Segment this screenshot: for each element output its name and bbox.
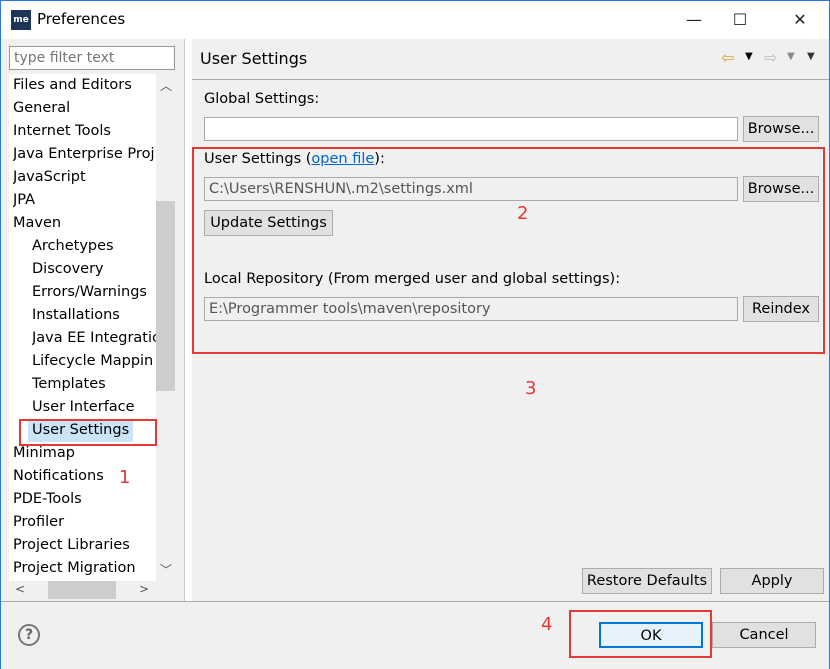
tree-item[interactable]: Java Enterprise Proj (13, 143, 159, 166)
global-browse-button[interactable]: Browse... (743, 116, 819, 142)
global-settings-input[interactable] (204, 117, 738, 141)
filter-input[interactable] (9, 46, 175, 70)
global-settings-label: Global Settings: (204, 91, 320, 107)
view-menu-icon[interactable]: ▼ (807, 51, 815, 62)
close-button[interactable]: ✕ (777, 7, 823, 33)
vertical-scroll-thumb[interactable] (156, 201, 175, 391)
tree-item[interactable]: Internet Tools (13, 120, 159, 143)
help-icon[interactable]: ? (18, 624, 40, 646)
tree-item[interactable]: Notifications (13, 465, 159, 488)
annotation-4: 4 (541, 614, 553, 635)
annotation-box-4 (569, 610, 712, 658)
annotation-2: 2 (517, 203, 529, 224)
annotation-3: 3 (525, 378, 537, 399)
tree-item[interactable]: Archetypes (32, 235, 159, 258)
scroll-right-icon[interactable]: > (135, 582, 153, 596)
annotation-1: 1 (119, 467, 131, 488)
scroll-left-icon[interactable]: < (11, 582, 29, 596)
forward-menu-icon[interactable]: ▼ (787, 51, 795, 62)
tree-item[interactable]: Java EE Integratic (32, 327, 159, 350)
back-menu-icon[interactable]: ▼ (745, 51, 753, 62)
cancel-button[interactable]: Cancel (712, 622, 816, 648)
tree-item[interactable]: Templates (32, 373, 159, 396)
tree-item[interactable]: User Interface (32, 396, 159, 419)
back-icon[interactable]: ⇦ (721, 48, 734, 67)
scroll-down-icon[interactable]: ﹀ (157, 561, 175, 578)
window-title: Preferences (37, 10, 126, 28)
annotation-box-1 (19, 419, 157, 446)
page-title: User Settings (200, 49, 308, 68)
restore-defaults-button[interactable]: Restore Defaults (582, 568, 712, 594)
tree-item[interactable]: Profiler (13, 511, 159, 534)
apply-button[interactable]: Apply (720, 568, 824, 594)
tree-item[interactable]: Installations (32, 304, 159, 327)
app-logo: me (11, 10, 31, 30)
tree-item[interactable]: Lifecycle Mappin (32, 350, 159, 373)
tree-item[interactable]: JavaScript (13, 166, 159, 189)
tree-item[interactable]: General (13, 97, 159, 120)
tree-item[interactable]: Maven (13, 212, 159, 235)
horizontal-scroll-thumb[interactable] (48, 581, 116, 599)
minimize-button[interactable]: — (671, 7, 717, 33)
annotation-box-2 (192, 147, 825, 354)
preference-tree: Files and Editors General Internet Tools Ja… (9, 74, 175, 599)
scroll-up-icon[interactable]: ︿ (157, 77, 175, 94)
tree-item[interactable]: Project Libraries (13, 534, 159, 557)
tree-item[interactable]: Errors/Warnings (32, 281, 159, 304)
tree-item[interactable]: Project Migration (13, 557, 159, 580)
tree-item[interactable]: Discovery (32, 258, 159, 281)
maximize-button[interactable]: ☐ (717, 7, 763, 33)
tree-item[interactable]: Files and Editors (13, 74, 159, 97)
tree-item[interactable]: PDE-Tools (13, 488, 159, 511)
forward-icon[interactable]: ⇨ (764, 48, 777, 67)
splitter[interactable] (184, 39, 192, 601)
tree-item[interactable]: JPA (13, 189, 159, 212)
